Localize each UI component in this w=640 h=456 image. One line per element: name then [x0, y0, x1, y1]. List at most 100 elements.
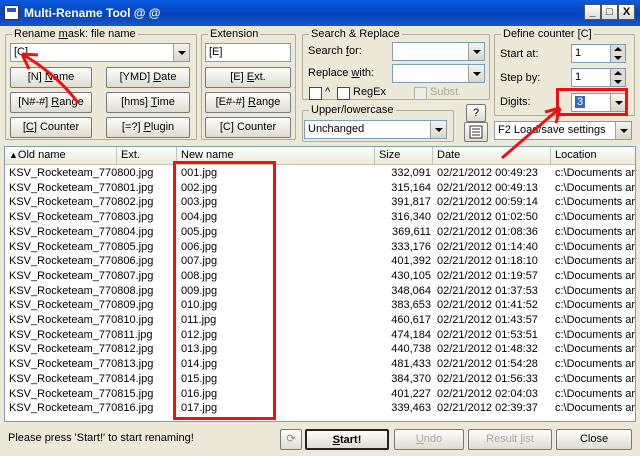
location-cell: c:\Documents ar	[555, 314, 636, 326]
status-bar: Please press 'Start!' to start renaming!…	[0, 425, 640, 456]
table-row[interactable]: KSV_Rocketeam_770816.jpg 017.jpg 339,463 02…	[5, 402, 636, 416]
table-row[interactable]: KSV_Rocketeam_770800.jpg 001.jpg 332,091 02…	[5, 167, 636, 181]
old-name-cell: KSV_Rocketeam_770807.jpg	[9, 269, 154, 282]
chevron-down-icon[interactable]	[173, 44, 189, 61]
location-cell: c:\Documents ar	[555, 167, 636, 179]
location-cell: c:\Documents ar	[555, 211, 636, 224]
result-list-button[interactable]: Result list	[468, 429, 552, 450]
rename-mask-input[interactable]: [C]	[10, 43, 190, 62]
help-button[interactable]: ?	[466, 104, 486, 122]
step-by-spinner[interactable]	[610, 68, 626, 87]
table-row[interactable]: KSV_Rocketeam_770804.jpg 005.jpg 369,611 02…	[5, 225, 635, 240]
column-header-date[interactable]: Date	[433, 147, 551, 165]
regex-checkbox[interactable]	[337, 87, 350, 100]
date-cell: 02/21/2012 02:04:03	[437, 387, 538, 400]
column-header-size[interactable]: Size	[375, 147, 433, 165]
table-row[interactable]: KSV_Rocketeam_770814.jpg 015.jpg 384,370 02…	[5, 372, 636, 387]
table-row[interactable]: KSV_Rocketeam_770809.jpg 010.jpg 383,653 02…	[5, 299, 635, 313]
undo-button[interactable]: Undo	[394, 429, 464, 450]
title-bar: Multi-Rename Tool @ @ _ □ X	[0, 0, 640, 26]
old-name-cell: KSV_Rocketeam_770810.jpg	[9, 314, 154, 326]
case-select[interactable]: Unchanged	[304, 120, 447, 139]
counter-button[interactable]: [C] Counter	[10, 117, 92, 138]
start-at-input[interactable]: 1	[571, 44, 611, 63]
table-row[interactable]: KSV_Rocketeam_770802.jpg 003.jpg 391,817 02…	[5, 196, 635, 210]
start-at-spinner[interactable]	[610, 44, 626, 63]
location-cell: c:\Documents ar	[555, 343, 636, 356]
size-cell: 401,392	[391, 255, 431, 268]
location-cell: c:\Documents ar	[555, 269, 636, 282]
search-for-input[interactable]	[392, 42, 485, 61]
old-name-cell: KSV_Rocketeam_770804.jpg	[9, 225, 154, 238]
chevron-down-icon[interactable]	[468, 43, 484, 60]
file-list[interactable]: ▲Old name Ext. New name Size Date Locati…	[4, 146, 636, 422]
size-cell: 369,611	[392, 225, 431, 238]
column-header-old-name[interactable]: ▲Old name	[5, 147, 117, 165]
ext-button[interactable]: [E] Ext.	[205, 67, 291, 88]
location-cell: c:\Documents ar	[555, 402, 636, 415]
column-header-ext[interactable]: Ext.	[117, 147, 177, 165]
regex-label: RegEx	[353, 86, 387, 98]
chevron-down-icon[interactable]	[615, 122, 631, 139]
size-cell: 332,091	[391, 167, 431, 179]
caret-label: ^	[325, 86, 331, 98]
table-row[interactable]: KSV_Rocketeam_770811.jpg 012.jpg 474,184 02…	[5, 328, 636, 343]
close-window-button[interactable]: X	[618, 4, 635, 20]
close-button[interactable]: Close	[556, 429, 632, 450]
column-header-location[interactable]: Location	[551, 147, 635, 165]
rename-mask-value: [C]	[14, 46, 29, 58]
location-cell: c:\Documents ar	[555, 328, 636, 341]
table-row[interactable]: KSV_Rocketeam_770815.jpg 016.jpg 401,227 02…	[5, 387, 635, 402]
refresh-button[interactable]: ⟳	[280, 429, 302, 450]
table-row[interactable]: KSV_Rocketeam_770801.jpg 002.jpg 315,164 02…	[5, 181, 636, 196]
case-checkbox[interactable]	[309, 87, 322, 100]
maximize-button[interactable]: □	[601, 4, 618, 20]
size-cell: 315,164	[391, 181, 431, 194]
date-cell: 02/21/2012 01:18:10	[437, 255, 538, 268]
ext-range-button[interactable]: [E#-#] Range	[205, 92, 291, 113]
annotation-box-digits	[556, 88, 628, 116]
extension-input[interactable]: [E]	[205, 43, 291, 62]
table-row[interactable]: KSV_Rocketeam_770805.jpg 006.jpg 333,176 02…	[5, 240, 635, 255]
name-button[interactable]: [N] Name	[10, 67, 92, 88]
step-by-input[interactable]: 1	[571, 68, 611, 87]
date-cell: 02/21/2012 00:49:23	[437, 167, 538, 179]
date-cell: 02/21/2012 01:56:33	[437, 372, 538, 385]
table-row[interactable]: KSV_Rocketeam_770808.jpg 009.jpg 348,064 02…	[5, 284, 635, 299]
settings-select[interactable]: F2 Load/save settings	[494, 121, 632, 140]
edit-names-button[interactable]	[464, 122, 488, 142]
table-row[interactable]: KSV_Rocketeam_770803.jpg 004.jpg 316,340 02…	[5, 211, 636, 225]
ext-counter-button[interactable]: [C] Counter	[205, 117, 291, 138]
size-cell: 333,176	[391, 240, 431, 253]
date-cell: 02/21/2012 01:48:32	[437, 343, 538, 356]
chevron-down-icon[interactable]	[468, 65, 484, 82]
replace-with-input[interactable]	[392, 64, 485, 83]
size-cell: 460,617	[391, 314, 431, 326]
size-cell: 316,340	[391, 211, 431, 224]
old-name-cell: KSV_Rocketeam_770816.jpg	[9, 402, 154, 415]
range-button[interactable]: [N#-#] Range	[10, 92, 92, 113]
date-button[interactable]: [YMD] Date	[106, 67, 190, 88]
replace-with-label: Replace with:	[308, 67, 375, 79]
date-cell: 02/21/2012 01:43:57	[437, 314, 538, 326]
plugin-button[interactable]: [=?] Plugin	[106, 117, 190, 138]
table-row[interactable]: KSV_Rocketeam_770810.jpg 011.jpg 460,617 02…	[5, 314, 636, 328]
chevron-down-icon[interactable]	[430, 121, 446, 138]
size-cell: 348,064	[391, 284, 431, 297]
table-row[interactable]: KSV_Rocketeam_770813.jpg 014.jpg 481,433 02…	[5, 358, 635, 372]
start-button[interactable]: Start!	[305, 429, 389, 450]
old-name-cell: KSV_Rocketeam_770801.jpg	[9, 181, 154, 194]
minimize-button[interactable]: _	[584, 4, 601, 20]
table-row[interactable]: KSV_Rocketeam_770807.jpg 008.jpg 430,105 02…	[5, 269, 636, 284]
old-name-cell: KSV_Rocketeam_770814.jpg	[9, 372, 154, 385]
old-name-cell: KSV_Rocketeam_770812.jpg	[9, 343, 154, 356]
location-cell: c:\Documents ar	[555, 181, 636, 194]
old-name-cell: KSV_Rocketeam_770815.jpg	[9, 387, 154, 400]
time-button[interactable]: [hms] Time	[106, 92, 190, 113]
location-cell: c:\Documents ar	[555, 372, 636, 385]
subst-checkbox[interactable]	[414, 87, 427, 100]
table-row[interactable]: KSV_Rocketeam_770806.jpg 007.jpg 401,392 02…	[5, 255, 635, 269]
list-icon	[469, 125, 483, 139]
table-row[interactable]: KSV_Rocketeam_770812.jpg 013.jpg 440,738 02…	[5, 343, 636, 357]
date-cell: 02/21/2012 01:37:53	[437, 284, 538, 297]
